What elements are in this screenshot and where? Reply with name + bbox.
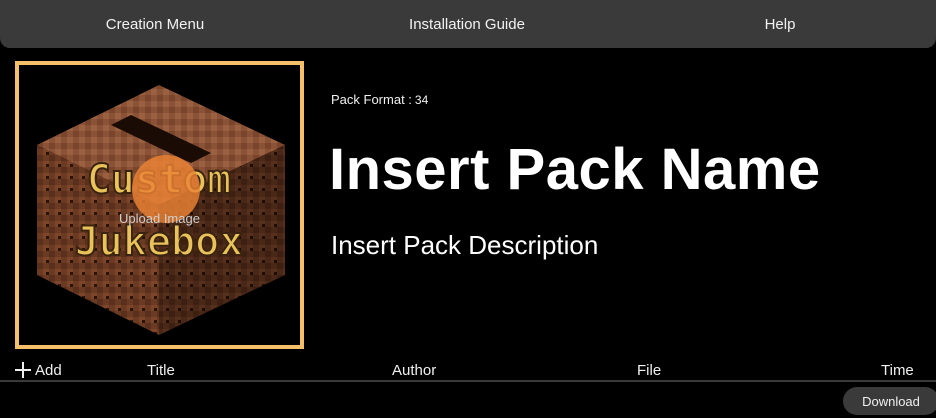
column-header-time: Time xyxy=(881,362,914,379)
column-header-title: Title xyxy=(147,362,175,379)
upload-image-label: Upload Image xyxy=(119,211,200,226)
download-button[interactable]: Download xyxy=(843,387,936,415)
pack-description-field[interactable]: Insert Pack Description xyxy=(331,230,598,261)
songs-table-header: Add Title Author File Time xyxy=(0,360,936,382)
add-label: Add xyxy=(35,361,62,379)
pack-format-label: Pack Format : xyxy=(331,92,412,107)
top-nav: Creation Menu Installation Guide Help xyxy=(0,0,936,48)
nav-installation-guide[interactable]: Installation Guide xyxy=(392,0,542,48)
nav-creation-menu[interactable]: Creation Menu xyxy=(80,0,230,48)
pack-format-value[interactable]: 34 xyxy=(415,93,428,107)
column-header-file: File xyxy=(637,362,662,379)
nav-help[interactable]: Help xyxy=(740,0,820,48)
plus-icon xyxy=(14,361,32,379)
pack-image-upload[interactable]: Custom Jukebox Upload Image xyxy=(15,61,304,349)
column-header-author: Author xyxy=(392,362,437,379)
pack-name-field[interactable]: Insert Pack Name xyxy=(329,136,821,203)
add-button[interactable]: Add xyxy=(14,360,62,380)
pack-format: Pack Format :34 xyxy=(331,92,428,107)
